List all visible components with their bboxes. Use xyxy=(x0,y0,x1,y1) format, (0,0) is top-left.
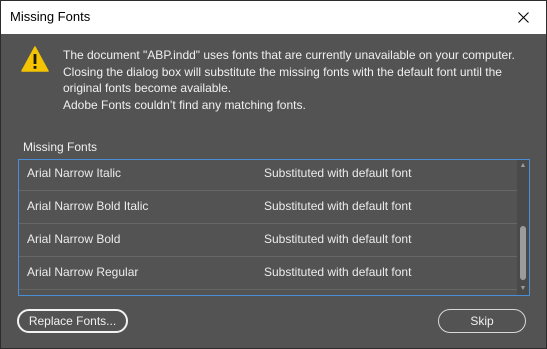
scroll-up-arrow-icon[interactable]: ▲ xyxy=(519,162,527,170)
font-name: Arial Narrow Italic xyxy=(27,166,122,180)
scroll-down-arrow-icon[interactable]: ▼ xyxy=(519,285,527,293)
list-item[interactable]: Arial Narrow Italic Substituted with def… xyxy=(19,160,517,191)
list-item[interactable]: Arial Narrow Bold Italic Substituted wit… xyxy=(19,191,517,224)
close-icon xyxy=(517,12,529,23)
list-item[interactable]: Arial Narrow Bold Substituted with defau… xyxy=(19,224,517,257)
skip-button[interactable]: Skip xyxy=(438,309,526,333)
list-item[interactable]: Arial Narrow Regular Substituted with de… xyxy=(19,257,517,290)
font-name: Arial Narrow Regular xyxy=(27,265,139,279)
window-title: Missing Fonts xyxy=(10,9,91,24)
scroll-thumb[interactable] xyxy=(520,226,526,280)
font-name: Arial Narrow Bold Italic xyxy=(27,199,149,213)
warning-icon xyxy=(21,46,49,72)
font-status: Substituted with default font xyxy=(264,232,412,246)
font-status: Substituted with default font xyxy=(264,199,412,213)
font-status: Substituted with default font xyxy=(264,265,412,279)
missing-fonts-list-label: Missing Fonts xyxy=(23,140,98,154)
adobe-fonts-note: Adobe Fonts couldn’t find any matching f… xyxy=(63,98,306,112)
title-bar: Missing Fonts xyxy=(1,1,546,34)
missing-fonts-message: The document "ABP.indd" uses fonts that … xyxy=(63,48,515,95)
close-button[interactable] xyxy=(500,1,546,34)
missing-fonts-dialog: Missing Fonts The document "ABP.indd" us… xyxy=(0,0,547,349)
font-status: Substituted with default font xyxy=(264,166,412,180)
replace-fonts-button[interactable]: Replace Fonts... xyxy=(17,309,128,333)
missing-fonts-rows: Arial Narrow Italic Substituted with def… xyxy=(19,160,517,295)
font-name: Arial Narrow Bold xyxy=(27,232,121,246)
list-scrollbar[interactable]: ▲ ▼ xyxy=(517,160,529,295)
missing-fonts-list[interactable]: Arial Narrow Italic Substituted with def… xyxy=(18,159,530,296)
